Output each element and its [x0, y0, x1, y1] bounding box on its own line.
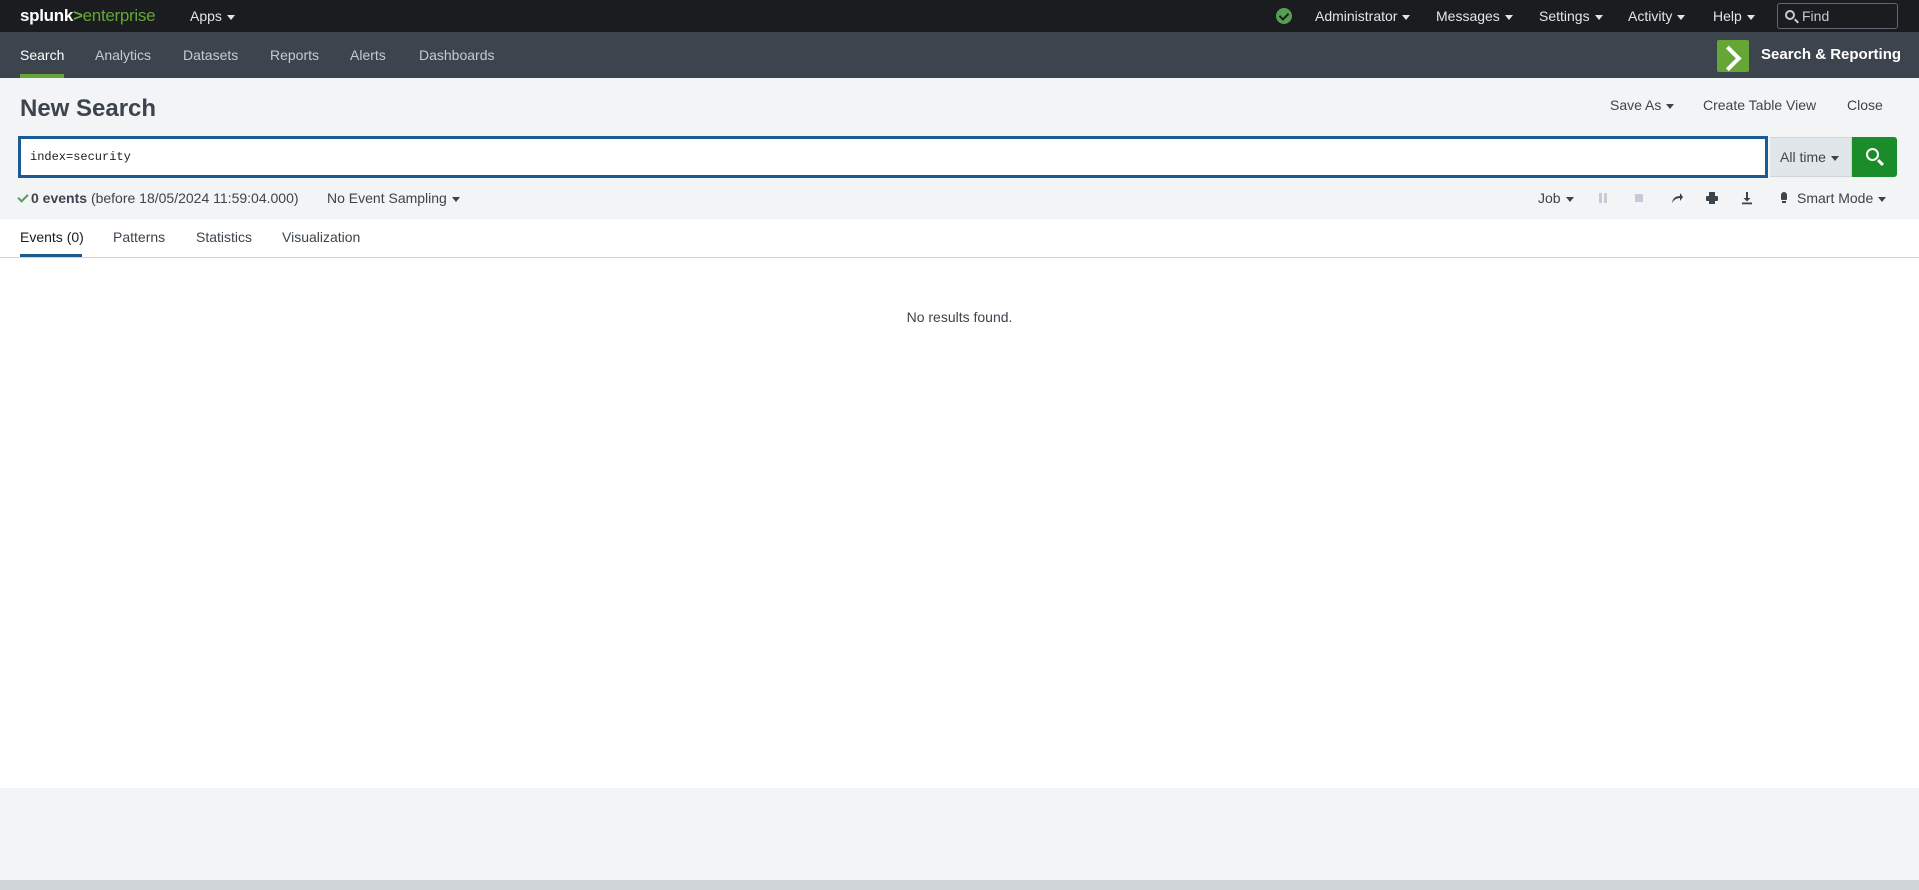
- logo-brand: splunk: [20, 6, 73, 25]
- stop-icon[interactable]: [1632, 191, 1646, 205]
- app-nav-analytics[interactable]: Analytics: [95, 47, 151, 63]
- search-status: 0 events (before 18/05/2024 11:59:04.000…: [17, 190, 299, 206]
- logo-product: enterprise: [82, 6, 156, 25]
- page-title: New Search: [20, 95, 157, 122]
- chevron-down-icon: [1878, 196, 1887, 202]
- messages-menu-label: Messages: [1436, 8, 1500, 24]
- chevron-down-icon: [1746, 14, 1755, 20]
- time-range-picker[interactable]: All time: [1770, 137, 1852, 177]
- pause-icon[interactable]: [1596, 191, 1610, 205]
- activity-menu-label: Activity: [1628, 8, 1673, 24]
- check-icon: [17, 191, 29, 203]
- chevron-down-icon: [1677, 14, 1686, 20]
- print-icon[interactable]: [1705, 191, 1719, 205]
- app-nav-datasets[interactable]: Datasets: [183, 47, 238, 63]
- tabs-divider: [0, 257, 1919, 258]
- close-button[interactable]: Close: [1847, 97, 1883, 113]
- user-menu[interactable]: Administrator: [1315, 8, 1411, 24]
- active-nav-indicator: [20, 74, 64, 78]
- splunk-logo[interactable]: splunk>enterprise: [20, 6, 156, 26]
- job-menu-label: Job: [1538, 190, 1561, 206]
- save-as-label: Save As: [1610, 97, 1662, 113]
- chevron-down-icon: [1594, 14, 1603, 20]
- search-icon: [1866, 148, 1879, 161]
- app-nav-search[interactable]: Search: [20, 47, 64, 63]
- tab-statistics[interactable]: Statistics: [196, 229, 252, 245]
- tab-events[interactable]: Events (0): [20, 229, 84, 245]
- window-bottom-edge: [0, 880, 1919, 890]
- user-menu-label: Administrator: [1315, 8, 1398, 24]
- find-placeholder: Find: [1802, 8, 1830, 24]
- event-sampling-label: No Event Sampling: [327, 190, 447, 206]
- activity-menu[interactable]: Activity: [1628, 8, 1686, 24]
- export-icon[interactable]: [1740, 191, 1754, 205]
- settings-menu[interactable]: Settings: [1539, 8, 1603, 24]
- find-input[interactable]: Find: [1777, 3, 1898, 29]
- search-query-input[interactable]: index=security: [18, 136, 1768, 178]
- chevron-down-icon: [226, 14, 235, 20]
- search-icon: [1785, 10, 1795, 20]
- tab-patterns[interactable]: Patterns: [113, 229, 165, 245]
- search-mode-dropdown[interactable]: Smart Mode: [1780, 190, 1887, 206]
- results-panel: Events (0) Patterns Statistics Visualiza…: [0, 219, 1919, 788]
- search-submit-button[interactable]: [1852, 137, 1897, 177]
- app-nav-alerts[interactable]: Alerts: [350, 47, 386, 63]
- health-status-icon[interactable]: [1276, 8, 1292, 24]
- help-menu[interactable]: Help: [1713, 8, 1755, 24]
- messages-menu[interactable]: Messages: [1436, 8, 1513, 24]
- help-menu-label: Help: [1713, 8, 1742, 24]
- no-results-message: No results found.: [906, 309, 1013, 325]
- event-sampling-dropdown[interactable]: No Event Sampling: [327, 190, 460, 206]
- logo-chevron-icon: >: [73, 6, 83, 25]
- apps-menu-label: Apps: [190, 8, 222, 24]
- chevron-down-icon: [1565, 196, 1574, 202]
- share-icon[interactable]: [1670, 191, 1684, 205]
- tab-visualization[interactable]: Visualization: [282, 229, 360, 245]
- events-count: 0 events: [31, 190, 88, 206]
- job-menu[interactable]: Job: [1538, 190, 1574, 206]
- app-nav-reports[interactable]: Reports: [270, 47, 319, 63]
- app-bar: Search Analytics Datasets Reports Alerts…: [0, 32, 1919, 78]
- app-title[interactable]: Search & Reporting: [1761, 46, 1901, 63]
- chevron-down-icon: [1830, 155, 1839, 161]
- chevron-down-icon: [1666, 103, 1675, 109]
- chevron-down-icon: [451, 196, 460, 202]
- search-mode-label: Smart Mode: [1797, 190, 1874, 206]
- create-table-view-button[interactable]: Create Table View: [1703, 97, 1816, 113]
- chevron-down-icon: [1402, 14, 1411, 20]
- app-nav-dashboards[interactable]: Dashboards: [419, 47, 495, 63]
- settings-menu-label: Settings: [1539, 8, 1590, 24]
- global-top-bar: splunk>enterprise Apps Administrator Mes…: [0, 0, 1919, 32]
- chevron-down-icon: [1504, 14, 1513, 20]
- time-range-label: All time: [1780, 149, 1826, 165]
- apps-menu[interactable]: Apps: [190, 8, 235, 24]
- save-as-button[interactable]: Save As: [1610, 97, 1675, 113]
- events-detail: (before 18/05/2024 11:59:04.000): [90, 190, 299, 206]
- app-logo-icon[interactable]: [1717, 40, 1749, 72]
